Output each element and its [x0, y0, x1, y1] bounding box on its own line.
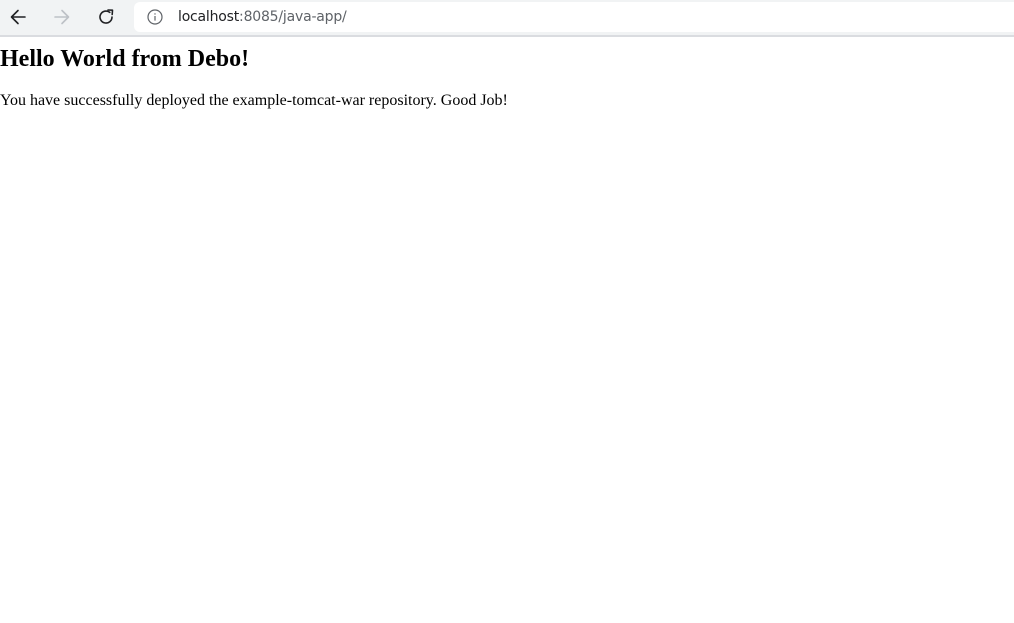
page-message: You have successfully deployed the examp…	[0, 92, 508, 109]
arrow-right-icon	[54, 9, 70, 25]
page-heading: Hello World from Debo!	[0, 46, 250, 72]
url-path: :8085/java-app/	[239, 9, 347, 25]
reload-button[interactable]	[90, 3, 122, 31]
back-button[interactable]	[2, 3, 34, 31]
browser-toolbar: localhost:8085/java-app/	[0, 0, 1014, 37]
info-icon[interactable]	[147, 9, 163, 25]
page-content: Hello World from Debo! You have successf…	[0, 37, 1014, 623]
url-host: localhost	[178, 9, 240, 25]
forward-button[interactable]	[46, 3, 78, 31]
url-text[interactable]: localhost:8085/java-app/	[178, 8, 347, 26]
arrow-left-icon	[10, 9, 26, 25]
browser-window: localhost:8085/java-app/ Hello World fro…	[0, 0, 1014, 623]
reload-icon	[99, 9, 114, 24]
address-bar[interactable]: localhost:8085/java-app/	[134, 2, 1014, 32]
